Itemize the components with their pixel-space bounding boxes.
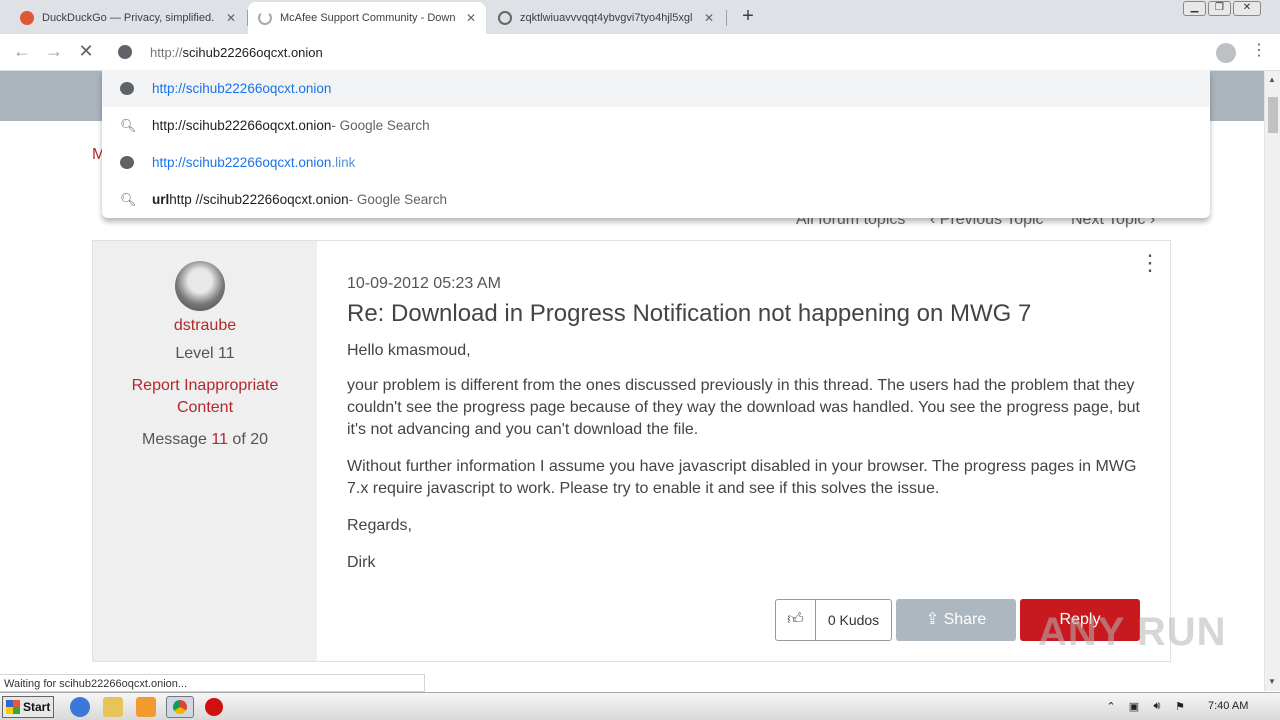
message-prefix: Message — [141, 431, 212, 448]
suggestion-item[interactable]: 🔍︎ http://scihub22266oqcxt.onion - Googl… — [102, 107, 1210, 144]
new-tab-button[interactable]: + — [737, 5, 759, 28]
kudos-count[interactable]: 0 Kudos — [815, 599, 892, 641]
status-bubble: Waiting for scihub22266oqcxt.onion... — [0, 674, 425, 692]
tab-strip: DuckDuckGo — Privacy, simplified. ✕ McAf… — [0, 0, 1280, 34]
author-level: Level 11 — [175, 345, 235, 362]
watermark-logo: ANY RUN — [1038, 610, 1227, 654]
search-icon: 🔍︎ — [120, 191, 137, 207]
author-panel: dstraube Level 11 Report Inappropriate C… — [93, 241, 317, 661]
suggestion-url: http://scihub22266oqcxt.onion — [152, 81, 332, 96]
suggestion-suffix: .link — [331, 155, 356, 170]
tab-duckduckgo[interactable]: DuckDuckGo — Privacy, simplified. ✕ — [10, 2, 246, 34]
close-icon[interactable]: ✕ — [466, 11, 476, 25]
scroll-down-icon[interactable]: ▼ — [1268, 677, 1276, 686]
window-close-button[interactable]: ✕ — [1233, 1, 1261, 16]
start-button[interactable]: Start — [2, 696, 54, 718]
address-host: scihub22266oqcxt.onion — [182, 44, 323, 60]
start-label: Start — [23, 700, 51, 714]
omnibox-suggestions: http://scihub22266oqcxt.onion 🔍︎ http://… — [102, 70, 1210, 218]
tab-title: zqktlwiuavvvqqt4ybvgvi7tyo4hjl5xgl — [520, 12, 693, 24]
scroll-up-icon[interactable]: ▲ — [1268, 75, 1276, 84]
tab-title: DuckDuckGo — Privacy, simplified. — [42, 12, 215, 24]
forward-button[interactable]: → — [42, 41, 66, 62]
post-card: dstraube Level 11 Report Inappropriate C… — [92, 240, 1171, 662]
page-scrollbar[interactable]: ▲ ▼ — [1264, 71, 1280, 691]
media-player-icon[interactable] — [136, 697, 156, 717]
search-icon: 🔍︎ — [120, 117, 137, 133]
suggestion-item[interactable]: 🔍︎ url http //scihub22266oqcxt.onion - G… — [102, 181, 1210, 218]
post-paragraph: Dirk — [347, 554, 376, 571]
suggestion-url: http://scihub22266oqcxt.onion — [152, 155, 332, 170]
post-paragraph: Regards, — [347, 517, 412, 534]
globe-icon — [118, 45, 132, 59]
duckduckgo-icon — [20, 11, 34, 25]
network-icon[interactable]: ▣ — [1127, 700, 1141, 714]
tab-mcafee[interactable]: McAfee Support Community - Downl ✕ — [248, 2, 486, 34]
clock[interactable]: 7:40 AM — [1208, 700, 1248, 712]
tab-title: McAfee Support Community - Downl — [280, 12, 456, 24]
share-button[interactable]: ⇪ Share — [896, 599, 1016, 641]
back-button[interactable]: ← — [10, 41, 34, 62]
chrome-icon — [173, 700, 187, 714]
tab-onion[interactable]: zqktlwiuavvvqqt4ybvgvi7tyo4hjl5xgl ✕ — [488, 2, 724, 34]
tray-expand-icon[interactable]: ⌃ — [1104, 700, 1118, 714]
stop-button[interactable]: ✕ — [74, 41, 98, 62]
address-scheme: http:// — [150, 44, 183, 60]
share-icon: ⇪ — [925, 611, 944, 628]
globe-icon — [498, 11, 512, 25]
author-name[interactable]: dstraube — [93, 317, 317, 335]
post-title[interactable]: Re: Download in Progress Notification no… — [347, 300, 1031, 328]
share-label: Share — [943, 611, 987, 628]
action-center-flag-icon[interactable]: ⚑ — [1173, 700, 1187, 714]
message-num-link[interactable]: 11 — [211, 431, 228, 448]
avatar[interactable] — [175, 261, 225, 311]
file-explorer-icon[interactable] — [103, 697, 123, 717]
close-icon[interactable]: ✕ — [226, 11, 236, 25]
message-suffix: of 20 — [227, 431, 268, 448]
globe-icon — [120, 156, 134, 169]
message-number: Message 11 of 20 — [93, 431, 317, 449]
post-date: 10-09-2012 05:23 AM — [347, 275, 501, 292]
menu-icon[interactable]: ⋮ — [1251, 40, 1267, 60]
system-tray: ⌃ ▣ 🔊︎ ⚑ — [1104, 696, 1280, 718]
post-paragraph: Hello kmasmoud, — [347, 342, 471, 359]
kudo-thumbs-up-icon[interactable]: 👍︎ — [775, 599, 816, 641]
suggestion-suffix: - Google Search — [348, 192, 447, 207]
address-text[interactable]: http://scihub22266oqcxt.onion — [150, 45, 323, 60]
suggestion-prefix: url — [152, 192, 170, 207]
chrome-taskbar-button[interactable] — [166, 696, 194, 718]
scrollbar-thumb[interactable] — [1268, 97, 1278, 133]
tab-separator — [726, 10, 727, 26]
address-bar[interactable]: http://scihub22266oqcxt.onion — [102, 34, 1210, 70]
suggestion-item[interactable]: http://scihub22266oqcxt.onion .link — [102, 144, 1210, 181]
internet-explorer-icon[interactable] — [70, 697, 90, 717]
suggestion-text: http://scihub22266oqcxt.onion — [152, 118, 332, 133]
suggestion-text: http //scihub22266oqcxt.onion — [169, 192, 349, 207]
close-icon[interactable]: ✕ — [704, 11, 714, 25]
suggestion-item[interactable]: http://scihub22266oqcxt.onion — [102, 70, 1210, 107]
taskbar: Start ⌃ ▣ 🔊︎ ⚑ 7:40 AM — [0, 692, 1280, 720]
maximize-button[interactable]: ❐ — [1208, 1, 1231, 16]
post-paragraph: your problem is different from the ones … — [347, 377, 1140, 438]
volume-icon[interactable]: 🔊︎ — [1150, 700, 1164, 714]
loading-spinner-icon — [258, 11, 272, 25]
options-kebab-icon[interactable]: ⋮ — [1139, 250, 1161, 276]
windows-logo-icon — [6, 700, 20, 714]
post-paragraph: Without further information I assume you… — [347, 458, 1137, 497]
globe-icon — [120, 82, 134, 95]
report-link[interactable]: Report Inappropriate Content — [123, 375, 287, 419]
suggestion-suffix: - Google Search — [331, 118, 430, 133]
profile-avatar[interactable] — [1216, 43, 1236, 63]
warning-app-icon[interactable] — [205, 698, 223, 716]
minimize-button[interactable]: ▁ — [1183, 1, 1206, 16]
